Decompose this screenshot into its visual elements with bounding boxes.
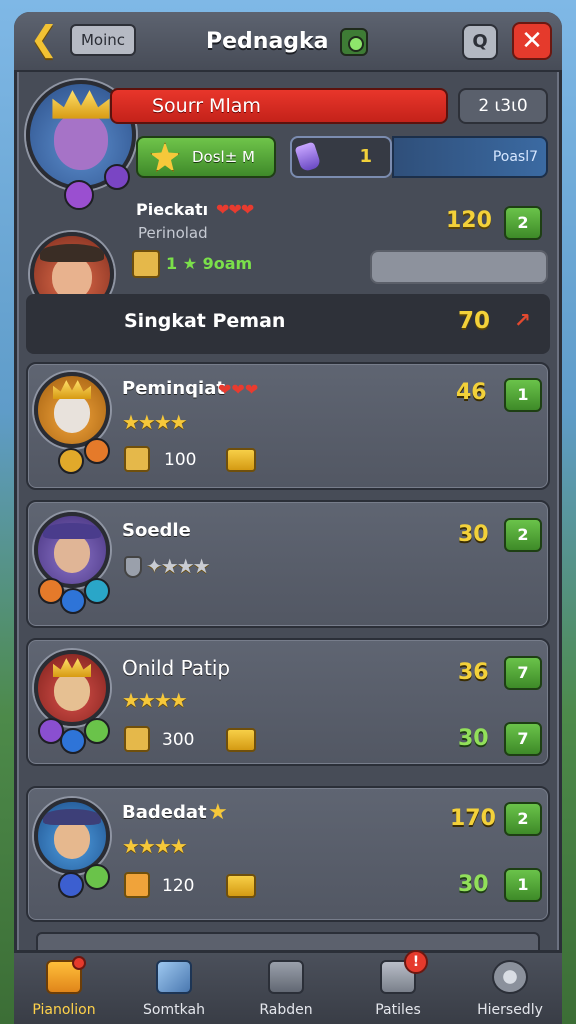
featured-subtitle: Perinolad xyxy=(138,224,208,242)
nav-label: Rabden xyxy=(259,1002,313,1018)
rank-badge: 1 xyxy=(504,378,542,412)
hearts-icon: ❤❤❤ xyxy=(218,380,259,399)
card-name: Soedle xyxy=(122,520,191,541)
card-avatar[interactable] xyxy=(34,798,110,874)
rating-stars: ✦★★★ xyxy=(146,554,211,578)
card-name: Badedat xyxy=(122,802,207,823)
mode-chip[interactable]: Moinc xyxy=(70,24,136,56)
chest-icon[interactable] xyxy=(226,874,256,898)
nav-label: Somtkah xyxy=(143,1002,205,1018)
item-value: 300 xyxy=(162,730,195,750)
sword-item-icon xyxy=(132,250,160,278)
hero-badge-icon xyxy=(64,180,94,210)
card-score: 46 xyxy=(456,380,487,405)
hearts-icon: ❤❤❤ xyxy=(216,200,254,219)
rank-badge: 7 xyxy=(504,656,542,690)
hero-badge-icon xyxy=(104,164,130,190)
page-title: Pednagka xyxy=(206,29,329,54)
card-avatar[interactable] xyxy=(34,512,110,588)
class-badge-icon xyxy=(58,872,84,898)
search-button[interactable]: Q xyxy=(462,24,498,60)
item-value: 100 xyxy=(164,450,197,470)
sword-icon xyxy=(156,960,192,994)
nav-label: Hiersedly xyxy=(477,1002,543,1018)
class-badge-icon xyxy=(60,728,86,754)
power-bar: Poasl7 xyxy=(392,136,548,178)
nav-label: Pianolion xyxy=(32,1002,96,1018)
rank-badge: 2 xyxy=(504,518,542,552)
card-score: 170 xyxy=(450,806,496,831)
nav-label: Patiles xyxy=(375,1002,421,1018)
backpack-icon xyxy=(268,960,304,994)
list-footer xyxy=(36,932,540,952)
card-name: Peminqiat xyxy=(122,378,225,399)
nav-item-somtkah[interactable]: Somtkah xyxy=(124,956,224,1024)
rank-badge-secondary: 7 xyxy=(504,722,542,756)
rating-stars: ★★★★ xyxy=(122,688,188,712)
card-score-secondary: 30 xyxy=(458,872,489,897)
hero-name-bar: Sourr Mlam xyxy=(110,88,448,124)
item-value: 120 xyxy=(162,876,195,896)
card-score: 30 xyxy=(458,522,489,547)
nav-item-rabden[interactable]: Rabden xyxy=(236,956,336,1024)
highlight-label: Singkat Peman xyxy=(124,310,286,332)
class-badge-icon xyxy=(84,864,110,890)
card-score-secondary: 30 xyxy=(458,726,489,751)
rank-badge: 2 xyxy=(504,802,542,836)
sword-item-icon xyxy=(124,726,150,752)
nav-item-patiles[interactable]: ! Patiles xyxy=(348,950,448,1024)
notification-badge: ! xyxy=(404,950,428,974)
star-icon: ★ xyxy=(208,800,228,825)
class-badge-icon xyxy=(84,718,110,744)
featured-name: Pieckatı xyxy=(136,200,209,219)
card-avatar[interactable] xyxy=(34,650,110,726)
class-badge-icon xyxy=(60,588,86,614)
chest-icon[interactable] xyxy=(226,728,256,752)
chest-icon[interactable] xyxy=(226,448,256,472)
nav-item-pianolion[interactable]: Pianolion xyxy=(14,956,114,1024)
rating-stars: ★★★★ xyxy=(122,834,188,858)
rank-badge-secondary: 1 xyxy=(504,868,542,902)
rating-stars: ★★★★ xyxy=(122,410,188,434)
notification-dot-icon xyxy=(72,956,86,970)
back-button[interactable]: ❮ xyxy=(26,22,62,58)
class-badge-icon xyxy=(58,448,84,474)
card-avatar[interactable] xyxy=(34,372,110,448)
featured-score: 120 xyxy=(446,208,492,233)
trend-arrow-icon: ↗ xyxy=(514,308,531,332)
card-name: Onild Patip xyxy=(122,656,231,680)
shield-icon xyxy=(124,556,142,578)
gear-icon xyxy=(492,960,528,994)
close-button[interactable]: ✕ xyxy=(512,22,552,60)
class-badge-icon xyxy=(84,438,110,464)
highlight-score: 70 xyxy=(458,308,491,334)
featured-rank-badge: 2 xyxy=(504,206,542,240)
book-item-icon xyxy=(124,872,150,898)
status-icon xyxy=(340,28,368,56)
hero-score: 2 ι3ι0 xyxy=(458,88,548,124)
nav-item-hiersedly[interactable]: Hiersedly xyxy=(460,956,560,1024)
card-score: 36 xyxy=(458,660,489,685)
sword-item-icon xyxy=(124,446,150,472)
class-badge-icon xyxy=(84,578,110,604)
featured-progress-bar xyxy=(370,250,548,284)
featured-item-text: 1 ★ 9oam xyxy=(166,254,253,273)
